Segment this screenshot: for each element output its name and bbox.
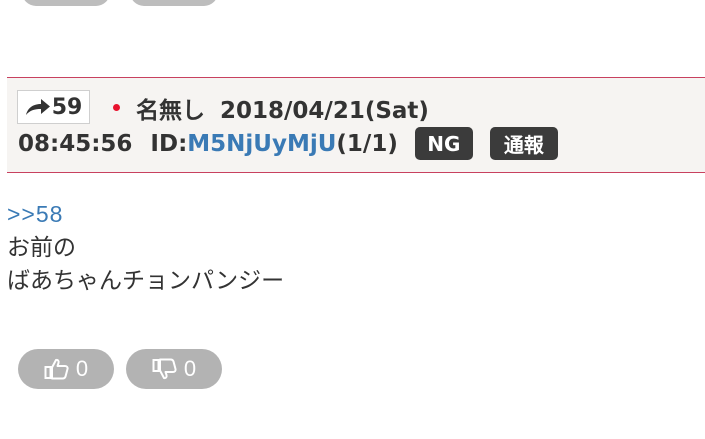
post-header: 59 名無し 2018/04/21(Sat) 08:45:56 ID: M5NjUy… <box>7 77 705 173</box>
previous-dislike-button[interactable] <box>130 0 218 6</box>
post-time: 08:45:56 <box>18 130 133 157</box>
dislike-count: 0 <box>183 356 197 381</box>
poster-id-link[interactable]: M5NjUyMjU <box>187 131 336 157</box>
reply-number-button[interactable]: 59 <box>17 90 90 124</box>
post-body: >>58 お前の ばあちゃんチョンパンジー <box>7 198 284 297</box>
report-button[interactable]: 通報 <box>489 127 558 160</box>
body-line: ばあちゃんチョンパンジー <box>7 267 285 293</box>
japan-flag-icon <box>107 98 125 116</box>
reply-arrow-icon <box>25 97 51 117</box>
thumbs-down-icon <box>152 358 178 380</box>
thumbs-up-icon <box>44 358 70 380</box>
id-count: (1/1) <box>336 130 398 157</box>
reply-number: 59 <box>51 94 83 120</box>
id-label: ID: <box>150 130 188 157</box>
post-meta-line1: 名無し 2018/04/21(Sat) <box>136 91 429 125</box>
previous-like-button[interactable] <box>22 0 110 6</box>
post-date: 2018/04/21(Sat) <box>220 98 429 124</box>
like-button[interactable]: 0 <box>18 349 114 389</box>
post-meta-line2: 08:45:56 ID: M5NjUyMjU (1/1) NG 通報 <box>18 127 558 160</box>
like-count: 0 <box>75 356 89 381</box>
body-line: お前の <box>7 234 76 260</box>
reply-anchor-link[interactable]: >>58 <box>7 198 284 231</box>
ng-button[interactable]: NG <box>414 127 473 160</box>
dislike-button[interactable]: 0 <box>126 349 222 389</box>
poster-name: 名無し <box>136 98 205 124</box>
